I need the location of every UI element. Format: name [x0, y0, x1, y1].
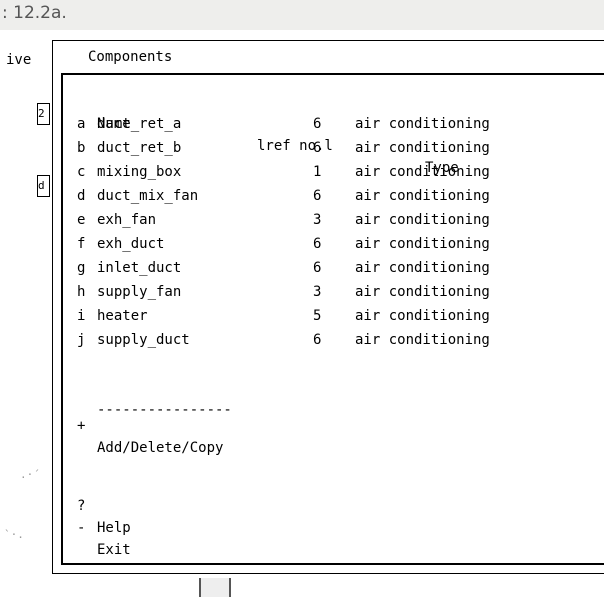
component-type: air conditioning: [355, 284, 490, 300]
component-type: air conditioning: [355, 260, 490, 276]
component-type: air conditioning: [355, 332, 490, 348]
background-heading: : 12.2a.: [0, 0, 604, 30]
component-key: b: [77, 140, 86, 156]
component-ref-no: 3: [313, 212, 322, 228]
component-key: f: [77, 236, 86, 252]
component-type: air conditioning: [355, 188, 490, 204]
component-key: e: [77, 212, 86, 228]
menu-item-add-delete-copy[interactable]: + Add/Delete/Copy: [77, 393, 223, 456]
component-key: h: [77, 284, 86, 300]
background-dots: `·.: [4, 528, 24, 541]
header-ref-no: lref no.l: [257, 138, 333, 154]
menu-label: Exit: [97, 542, 131, 558]
component-type: air conditioning: [355, 308, 490, 324]
component-name: inlet_duct: [97, 260, 182, 276]
component-key: i: [77, 308, 86, 324]
background-scroll-bar[interactable]: [199, 578, 231, 597]
menu-key: +: [77, 418, 86, 434]
component-ref-no: 3: [313, 284, 322, 300]
components-list-box: Name lref no.l Type a duct_ret_a 6 air cond…: [61, 73, 604, 565]
components-dialog: Components Name lref no.l Type a duct_ret…: [52, 40, 604, 574]
component-name: exh_duct: [97, 236, 165, 252]
component-ref-no: 6: [313, 188, 322, 204]
component-key: g: [77, 260, 86, 276]
background-box-1[interactable]: 2: [37, 103, 50, 125]
component-ref-no: 5: [313, 308, 322, 324]
component-name: duct_mix_fan: [97, 188, 199, 204]
header-row: Name lref no.l Type: [77, 91, 459, 176]
component-name: supply_duct: [97, 332, 190, 348]
background-side-word: ive: [6, 52, 32, 68]
component-key: a: [77, 116, 86, 132]
component-type: air conditioning: [355, 140, 490, 156]
component-type: air conditioning: [355, 164, 490, 180]
component-name: exh_fan: [97, 212, 157, 228]
menu-item-exit[interactable]: - Exit: [77, 495, 131, 558]
component-type: air conditioning: [355, 116, 490, 132]
menu-key: -: [77, 520, 86, 536]
component-ref-no: 6: [313, 116, 322, 132]
menu-item-help[interactable]: ? Help: [77, 473, 131, 536]
component-name: supply_fan: [97, 284, 182, 300]
component-key: c: [77, 164, 86, 180]
component-name: duct_ret_b: [97, 140, 182, 156]
component-ref-no: 6: [313, 140, 322, 156]
component-type: air conditioning: [355, 236, 490, 252]
dialog-title: Components: [88, 49, 173, 65]
background-dots: .·´: [20, 468, 40, 481]
component-ref-no: 6: [313, 236, 322, 252]
menu-label: Add/Delete/Copy: [97, 440, 224, 456]
component-type: air conditioning: [355, 212, 490, 228]
background-box-2[interactable]: d: [37, 175, 50, 197]
component-name: mixing_box: [97, 164, 182, 180]
component-key: j: [77, 332, 86, 348]
component-name: heater: [97, 308, 148, 324]
component-ref-no: 6: [313, 332, 322, 348]
component-ref-no: 6: [313, 260, 322, 276]
component-key: d: [77, 188, 86, 204]
component-name: duct_ret_a: [97, 116, 182, 132]
component-ref-no: 1: [313, 164, 322, 180]
